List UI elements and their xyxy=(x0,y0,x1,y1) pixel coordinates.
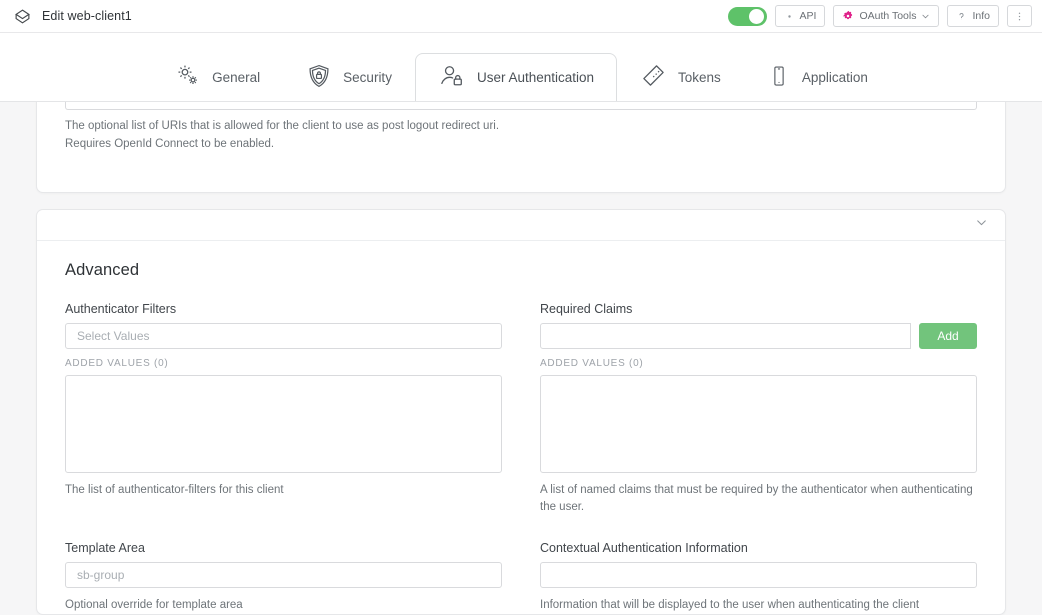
more-options-button[interactable] xyxy=(1007,5,1032,27)
gears-icon xyxy=(174,62,201,92)
tab-application[interactable]: Application xyxy=(744,53,891,101)
tab-tokens[interactable]: Tokens xyxy=(617,53,744,101)
template-area-group: Template Area Optional override for temp… xyxy=(65,541,502,614)
enable-client-toggle[interactable] xyxy=(728,7,767,26)
api-asterisk-icon xyxy=(784,11,795,22)
required-claims-list[interactable] xyxy=(540,375,977,473)
question-mark-icon xyxy=(956,11,967,22)
authenticator-filters-list[interactable] xyxy=(65,375,502,473)
required-claims-input[interactable] xyxy=(540,323,911,349)
tab-security[interactable]: Security xyxy=(283,53,415,101)
advanced-row-1: Authenticator Filters ADDED VALUES (0) T… xyxy=(65,302,977,515)
post-logout-redirect-uris-input[interactable] xyxy=(65,102,977,110)
cube-icon xyxy=(14,8,31,25)
template-area-helper: Optional override for template area xyxy=(65,597,502,614)
info-button-label: Info xyxy=(972,10,990,22)
chevron-down-icon[interactable] xyxy=(975,216,988,234)
info-button[interactable]: Info xyxy=(947,5,999,27)
advanced-heading: Advanced xyxy=(65,261,977,280)
post-logout-redirect-helper-line2: Requires OpenId Connect to be enabled. xyxy=(65,136,977,154)
required-claims-input-group: Add xyxy=(540,323,977,349)
tab-bar: General Security xyxy=(0,33,1042,102)
phone-icon xyxy=(767,64,791,91)
oauth-tools-button-label: OAuth Tools xyxy=(859,10,916,22)
tab-tokens-label: Tokens xyxy=(678,70,721,85)
authenticator-filters-input[interactable] xyxy=(65,323,502,349)
contextual-auth-label: Contextual Authentication Information xyxy=(540,541,977,555)
tab-user-authentication[interactable]: User Authentication xyxy=(415,53,617,101)
contextual-auth-helper: Information that will be displayed to th… xyxy=(540,597,977,614)
contextual-auth-input[interactable] xyxy=(540,562,977,588)
ticket-icon xyxy=(640,62,667,92)
tab-application-label: Application xyxy=(802,70,868,85)
chevron-down-icon xyxy=(921,12,930,21)
contextual-auth-group: Contextual Authentication Information In… xyxy=(540,541,977,614)
user-lock-icon xyxy=(438,62,466,93)
required-claims-helper: A list of named claims that must be requ… xyxy=(540,482,977,515)
page-title: Edit web-client1 xyxy=(42,9,132,23)
top-bar: Edit web-client1 API OAuth Tools xyxy=(0,0,1042,33)
add-required-claim-button[interactable]: Add xyxy=(919,323,977,349)
oauth-gear-icon xyxy=(842,10,854,22)
tab-security-label: Security xyxy=(343,70,392,85)
tab-general[interactable]: General xyxy=(151,53,283,101)
tab-user-authentication-label: User Authentication xyxy=(477,70,594,85)
authenticator-filters-added-values-label: ADDED VALUES (0) xyxy=(65,358,502,369)
template-area-label: Template Area xyxy=(65,541,502,555)
shield-lock-icon xyxy=(306,63,332,92)
content-area: The optional list of URIs that is allowe… xyxy=(0,102,1042,615)
top-bar-actions: API OAuth Tools xyxy=(728,5,1032,27)
required-claims-label: Required Claims xyxy=(540,302,977,316)
toggle-knob xyxy=(749,9,764,24)
post-logout-redirect-helper: The optional list of URIs that is allowe… xyxy=(65,118,977,153)
authenticator-filters-label: Authenticator Filters xyxy=(65,302,502,316)
post-logout-redirect-card: The optional list of URIs that is allowe… xyxy=(36,102,1006,193)
advanced-card-header xyxy=(37,210,1005,241)
advanced-card-body: Advanced Authenticator Filters ADDED VAL… xyxy=(37,241,1005,614)
kebab-menu-icon xyxy=(1014,10,1025,23)
api-button[interactable]: API xyxy=(775,5,826,27)
top-bar-left: Edit web-client1 xyxy=(14,8,132,25)
required-claims-group: Required Claims Add ADDED VALUES (0) A l… xyxy=(540,302,977,515)
tab-list: General Security xyxy=(151,33,891,101)
advanced-row-2: Template Area Optional override for temp… xyxy=(65,541,977,614)
authenticator-filters-group: Authenticator Filters ADDED VALUES (0) T… xyxy=(65,302,502,515)
post-logout-redirect-helper-line1: The optional list of URIs that is allowe… xyxy=(65,118,977,136)
required-claims-added-values-label: ADDED VALUES (0) xyxy=(540,358,977,369)
api-button-label: API xyxy=(800,10,817,22)
oauth-tools-button[interactable]: OAuth Tools xyxy=(833,5,939,27)
template-area-input[interactable] xyxy=(65,562,502,588)
advanced-card: Advanced Authenticator Filters ADDED VAL… xyxy=(36,209,1006,615)
tab-general-label: General xyxy=(212,70,260,85)
authenticator-filters-helper: The list of authenticator-filters for th… xyxy=(65,482,502,499)
